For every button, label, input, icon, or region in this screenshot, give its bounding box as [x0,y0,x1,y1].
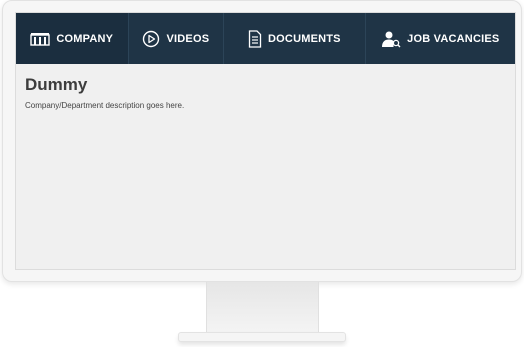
tab-job-vacancies-label: JOB VACANCIES [407,32,500,45]
user-search-icon [381,30,401,48]
monitor-frame: COMPANY VIDEOS DOCUMENTS JOB VACANCIES D… [2,0,522,282]
building-icon [30,32,51,46]
page-description: Company/Department description goes here… [25,101,185,110]
monitor-stand-base [178,332,346,342]
monitor-screen: COMPANY VIDEOS DOCUMENTS JOB VACANCIES D… [15,12,516,270]
tab-videos[interactable]: VIDEOS [129,13,225,64]
monitor-illustration: COMPANY VIDEOS DOCUMENTS JOB VACANCIES D… [0,0,524,347]
tab-company[interactable]: COMPANY [16,13,129,64]
document-icon [248,29,262,48]
nav-bar: COMPANY VIDEOS DOCUMENTS JOB VACANCIES [16,13,515,64]
play-circle-icon [142,30,160,48]
tab-documents[interactable]: DOCUMENTS [224,13,366,64]
tab-videos-label: VIDEOS [166,32,210,45]
content-area: Dummy Company/Department description goe… [25,75,506,110]
tab-documents-label: DOCUMENTS [268,32,341,45]
tab-job-vacancies[interactable]: JOB VACANCIES [366,13,515,64]
tab-company-label: COMPANY [56,32,114,45]
page-title: Dummy [25,75,88,94]
monitor-stand-neck [206,282,319,334]
